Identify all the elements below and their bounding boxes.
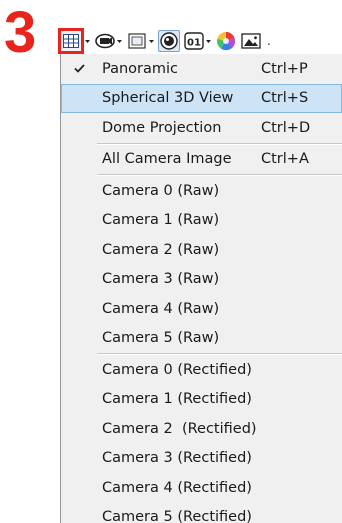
camera-rotate-icon[interactable] [94,30,116,52]
view-mode-dropdown-arrow-icon[interactable] [84,30,91,52]
menu-item-shortcut: Ctrl+D [261,119,311,136]
lens-button[interactable] [158,29,180,53]
menu-item-label: Camera 2 (Raw) [102,241,220,258]
lens-icon[interactable] [158,30,180,52]
number-display-dropdown-arrow-icon[interactable] [205,30,212,52]
menu-item-camera-1-raw[interactable]: Camera 1 (Raw) [61,206,342,236]
menu-item-label: Camera 5 (Raw) [102,330,220,347]
menu-item-all-camera-image[interactable]: All Camera Image Ctrl+A [61,145,342,175]
menu-item-camera-3-raw[interactable]: Camera 3 (Raw) [61,265,342,295]
menu-item-camera-0-raw[interactable]: Camera 0 (Raw) [61,176,342,206]
camera-rotate-dropdown-arrow-icon[interactable] [116,30,123,52]
color-wheel-icon[interactable] [215,30,237,52]
frame-icon[interactable] [126,30,148,52]
menu-item-label: Spherical 3D View [102,90,234,107]
menu-item-camera-1-rectified[interactable]: Camera 1 (Rectified) [61,385,342,415]
view-mode-dropdown-menu: Panoramic Ctrl+P Spherical 3D View Ctrl+… [60,54,342,523]
menu-item-camera-2-raw[interactable]: Camera 2 (Raw) [61,235,342,265]
frame-button[interactable] [126,29,155,53]
toolbar: 01 . [58,25,342,57]
menu-item-label: Camera 2 (Rectified) [102,420,257,437]
menu-item-shortcut: Ctrl+S [261,90,309,107]
camera-rotate-button[interactable] [94,29,123,53]
view-mode-button[interactable] [58,28,91,54]
menu-item-camera-0-rectified[interactable]: Camera 0 (Rectified) [61,355,342,385]
menu-item-label: Dome Projection [102,119,222,136]
menu-item-label: Camera 1 (Rectified) [102,391,252,408]
menu-item-label: Camera 5 (Rectified) [102,509,252,523]
frame-dropdown-arrow-icon[interactable] [148,30,155,52]
menu-item-spherical-3d-view[interactable]: Spherical 3D View Ctrl+S [61,83,342,113]
menu-item-camera-5-rectified[interactable]: Camera 5 (Rectified) [61,503,342,523]
menu-item-camera-3-rectified[interactable]: Camera 3 (Rectified) [61,444,342,474]
screenshot-page: 3 01 . Panoramic Ctrl+P Spherical 3D Vie… [0,0,342,523]
menu-item-camera-4-rectified[interactable]: Camera 4 (Rectified) [61,473,342,503]
color-wheel-button[interactable] [215,29,237,53]
image-icon[interactable] [240,30,262,52]
menu-item-camera-2-rectified[interactable]: Camera 2 (Rectified) [61,414,342,444]
menu-item-camera-4-raw[interactable]: Camera 4 (Raw) [61,294,342,324]
menu-item-label: Camera 0 (Rectified) [102,361,252,378]
menu-item-shortcut: Ctrl+A [261,151,309,168]
number-display-button[interactable]: 01 [183,29,212,53]
menu-item-label: Camera 4 (Rectified) [102,479,252,496]
menu-item-camera-5-raw[interactable]: Camera 5 (Raw) [61,324,342,354]
menu-item-label: Camera 0 (Raw) [102,182,220,199]
menu-item-dome-projection[interactable]: Dome Projection Ctrl+D [61,113,342,143]
menu-item-label: Panoramic [102,60,179,77]
toolbar-overflow-indicator[interactable]: . [267,34,271,48]
menu-item-label: All Camera Image [102,151,232,168]
number-display-label: 01 [187,38,201,49]
menu-item-label: Camera 3 (Raw) [102,271,220,288]
menu-item-shortcut: Ctrl+P [261,60,308,77]
menu-item-panoramic[interactable]: Panoramic Ctrl+P [61,54,342,84]
view-mode-grid-icon[interactable] [58,28,84,54]
menu-item-label: Camera 1 (Raw) [102,212,220,229]
check-mark-icon [71,61,87,77]
step-number-annotation: 3 [4,0,37,65]
menu-item-label: Camera 4 (Raw) [102,300,220,317]
image-button[interactable] [240,29,262,53]
number-display-icon[interactable]: 01 [183,30,205,52]
menu-item-label: Camera 3 (Rectified) [102,450,252,467]
